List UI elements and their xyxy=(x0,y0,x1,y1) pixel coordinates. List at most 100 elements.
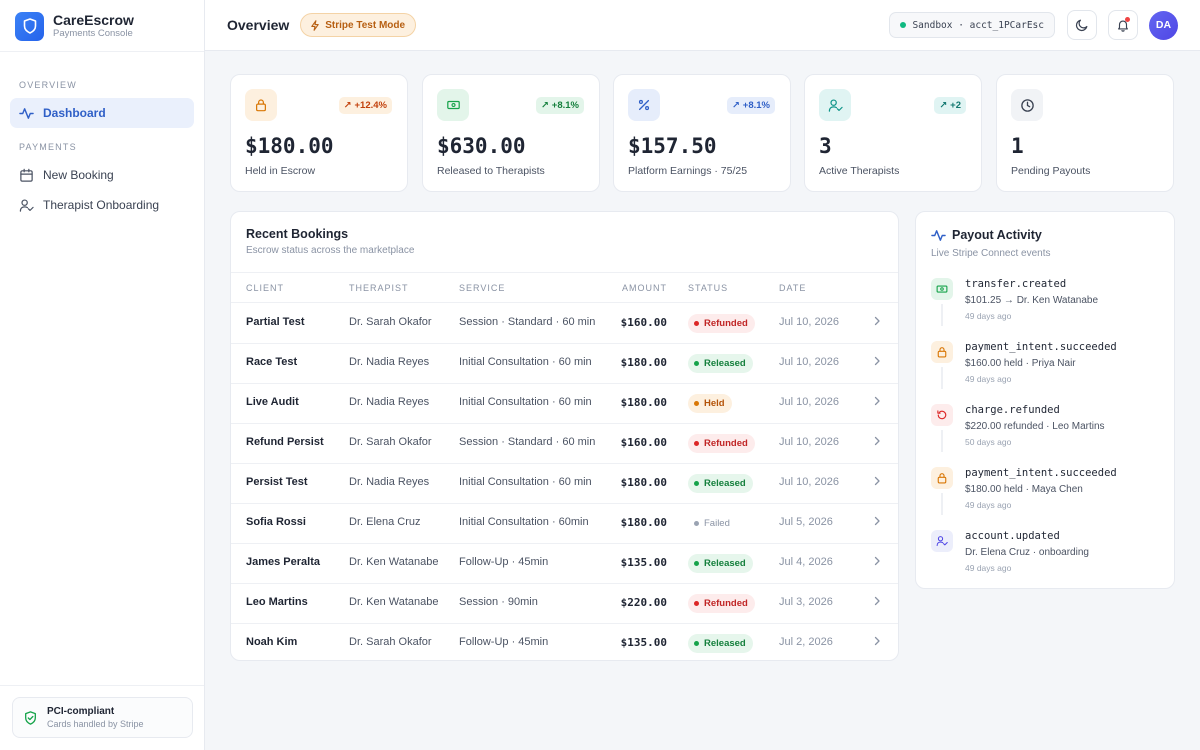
chevron-right-icon[interactable] xyxy=(872,315,882,330)
service: Initial Consultation · 60 min xyxy=(459,476,592,488)
event-item: account.updated Dr. Elena Cruz · onboardi… xyxy=(931,530,1163,590)
pci-compliance-box: PCI-compliant Cards handled by Stripe xyxy=(12,697,193,738)
event-name: transfer.created xyxy=(965,278,1067,290)
timeline-line xyxy=(941,493,943,515)
section-label-overview: OVERVIEW xyxy=(19,80,77,90)
notification-dot xyxy=(1125,17,1130,22)
event-item: payment_intent.succeeded $160.00 held · P… xyxy=(931,341,1163,401)
status-badge: Failed xyxy=(688,514,737,533)
table-row[interactable]: Partial Test Dr. Sarah Okafor Session · St… xyxy=(231,304,898,344)
amount: $160.00 xyxy=(620,316,667,329)
chevron-right-icon[interactable] xyxy=(872,635,882,650)
sidebar: CareEscrow Payments Console OVERVIEW Das… xyxy=(0,0,205,750)
clock-icon xyxy=(1011,89,1043,121)
table-header: CLIENT THERAPIST SERVICE AMOUNT STATUS D… xyxy=(231,272,898,303)
amount: $135.00 xyxy=(620,556,667,569)
sidebar-item-new-booking[interactable]: New Booking xyxy=(10,160,194,190)
therapist-name: Dr. Nadia Reyes xyxy=(349,396,430,408)
table-row[interactable]: Persist Test Dr. Nadia Reyes Initial Consu… xyxy=(231,464,898,504)
status-badge: Held xyxy=(688,394,732,413)
lock-icon xyxy=(931,467,953,489)
activity-icon xyxy=(931,230,946,241)
client-name: Live Audit xyxy=(246,396,299,408)
chevron-right-icon[interactable] xyxy=(872,475,882,490)
notifications-button[interactable] xyxy=(1108,10,1138,40)
amount: $180.00 xyxy=(620,356,667,369)
column-header: THERAPIST xyxy=(349,283,409,293)
service: Initial Consultation · 60 min xyxy=(459,356,592,368)
activity-icon xyxy=(19,107,34,119)
status-dot xyxy=(694,641,699,646)
service: Follow-Up · 45min xyxy=(459,556,549,568)
event-name: charge.refunded xyxy=(965,404,1060,416)
event-item: payment_intent.succeeded $180.00 held · M… xyxy=(931,467,1163,527)
client-name: Refund Persist xyxy=(246,436,324,448)
avatar[interactable]: DA xyxy=(1149,10,1178,40)
table-row[interactable]: Race Test Dr. Nadia Reyes Initial Consulta… xyxy=(231,344,898,384)
therapist-name: Dr. Sarah Okafor xyxy=(349,636,432,648)
amount: $220.00 xyxy=(620,596,667,609)
event-time: 49 days ago xyxy=(965,500,1012,510)
brand[interactable]: CareEscrow Payments Console xyxy=(0,0,204,52)
date: Jul 4, 2026 xyxy=(779,556,833,568)
sidebar-divider xyxy=(0,51,204,52)
status-badge: Released xyxy=(688,354,753,373)
recent-bookings-card: Recent Bookings Escrow status across the… xyxy=(230,211,899,661)
sidebar-item-therapist-onboarding[interactable]: Therapist Onboarding xyxy=(10,190,194,220)
stat-delta-badge: ↗ +12.4% xyxy=(338,97,392,114)
table-row[interactable]: Sofia Rossi Dr. Elena Cruz Initial Consult… xyxy=(231,504,898,544)
chevron-right-icon[interactable] xyxy=(872,435,882,450)
chevron-right-icon[interactable] xyxy=(872,515,882,530)
client-name: James Peralta xyxy=(246,556,320,568)
lock-icon xyxy=(931,341,953,363)
therapist-name: Dr. Nadia Reyes xyxy=(349,476,430,488)
stat-card-released: ↗ +8.1% $630.00 Released to Therapists xyxy=(422,74,600,192)
therapist-name: Dr. Sarah Okafor xyxy=(349,316,432,328)
event-time: 49 days ago xyxy=(965,311,1012,321)
date: Jul 3, 2026 xyxy=(779,596,833,608)
column-header: SERVICE xyxy=(459,283,506,293)
stat-card-earnings: ↗ +8.1% $157.50 Platform Earnings · 75/25 xyxy=(613,74,791,192)
pci-subtitle: Cards handled by Stripe xyxy=(47,718,144,729)
user-check-icon xyxy=(819,89,851,121)
therapist-name: Dr. Sarah Okafor xyxy=(349,436,432,448)
client-name: Persist Test xyxy=(246,476,308,488)
table-row[interactable]: Refund Persist Dr. Sarah Okafor Session · … xyxy=(231,424,898,464)
theme-toggle-button[interactable] xyxy=(1067,10,1097,40)
sidebar-footer-divider xyxy=(0,685,204,686)
stat-label: Released to Therapists xyxy=(437,165,545,177)
client-name: Leo Martins xyxy=(246,596,308,608)
timeline-line xyxy=(941,304,943,326)
service: Follow-Up · 45min xyxy=(459,636,549,648)
table-row[interactable]: Leo Martins Dr. Ken Watanabe Session · 90m… xyxy=(231,584,898,624)
client-name: Race Test xyxy=(246,356,298,368)
chevron-right-icon[interactable] xyxy=(872,395,882,410)
event-description: Dr. Elena Cruz · onboarding xyxy=(965,547,1089,558)
amount: $160.00 xyxy=(620,436,667,449)
card-subtitle: Live Stripe Connect events xyxy=(931,248,1051,259)
event-name: account.updated xyxy=(965,530,1060,542)
stat-delta-badge: ↗ +8.1% xyxy=(726,97,775,114)
stat-label: Pending Payouts xyxy=(1011,165,1091,177)
table-row[interactable]: James Peralta Dr. Ken Watanabe Follow-Up ·… xyxy=(231,544,898,584)
status-dot xyxy=(694,361,699,366)
chevron-right-icon[interactable] xyxy=(872,555,882,570)
chevron-right-icon[interactable] xyxy=(872,595,882,610)
date: Jul 10, 2026 xyxy=(779,356,839,368)
calendar-icon xyxy=(20,168,33,182)
chevron-right-icon[interactable] xyxy=(872,355,882,370)
service: Session · Standard · 60 min xyxy=(459,436,596,448)
status-dot xyxy=(694,401,699,406)
event-description: $180.00 held · Maya Chen xyxy=(965,484,1083,495)
client-name: Partial Test xyxy=(246,316,305,328)
event-item: charge.refunded $220.00 refunded · Leo Ma… xyxy=(931,404,1163,464)
sidebar-item-dashboard[interactable]: Dashboard xyxy=(10,98,194,128)
card-title: Payout Activity xyxy=(952,228,1042,242)
table-row[interactable]: Noah Kim Dr. Sarah Okafor Follow-Up · 45mi… xyxy=(231,624,898,660)
payout-activity-card: Payout Activity Live Stripe Connect even… xyxy=(915,211,1175,589)
event-description: $101.25 → Dr. Ken Watanabe xyxy=(965,295,1099,306)
status-badge: Released xyxy=(688,634,753,653)
table-row[interactable]: Live Audit Dr. Nadia Reyes Initial Consult… xyxy=(231,384,898,424)
account-selector[interactable]: Sandbox · acct_1PCarEsc xyxy=(889,12,1055,38)
shield-logo-icon xyxy=(15,11,44,41)
